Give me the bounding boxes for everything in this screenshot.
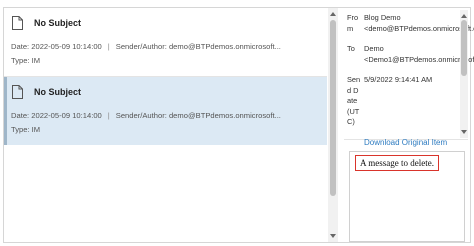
scroll-thumb[interactable] xyxy=(461,20,467,76)
meta-separator: | xyxy=(107,42,110,51)
item-type: Type: IM xyxy=(11,125,41,134)
item-date: Date: 2022-05-09 10:14:00 xyxy=(11,42,102,51)
item-meta: Date: 2022-05-09 10:14:00 | Sender/Author:… xyxy=(11,42,281,51)
item-subject: No Subject xyxy=(34,87,82,97)
sent-date-value: 5/9/2022 9:14:41 AM xyxy=(364,75,433,84)
item-sender: Sender/Author: demo@BTPdemos.onmicrosoft… xyxy=(115,111,281,120)
to-label: To xyxy=(347,44,355,53)
item-type: Type: IM xyxy=(11,56,41,65)
item-subject: No Subject xyxy=(34,18,82,28)
detail-scrollbar[interactable] xyxy=(460,10,468,138)
document-icon xyxy=(12,85,23,99)
scroll-down-icon[interactable] xyxy=(330,234,336,238)
from-label: From xyxy=(347,13,359,33)
item-date: Date: 2022-05-09 10:14:00 xyxy=(11,111,102,120)
list-item[interactable]: No Subject Date: 2022-05-09 10:14:00 | Sen… xyxy=(4,8,327,76)
scroll-down-icon[interactable] xyxy=(461,130,467,134)
sent-date-label: Send Date (UTC) xyxy=(347,75,361,126)
message-body: A message to delete. xyxy=(349,151,465,242)
download-original-link[interactable]: Download Original Item xyxy=(364,138,447,147)
conversation-viewer: No Subject Date: 2022-05-09 10:14:00 | Sen… xyxy=(3,7,474,243)
document-icon xyxy=(12,16,23,30)
item-meta: Date: 2022-05-09 10:14:00 | Sender/Author:… xyxy=(11,111,281,120)
from-value: Blog Demo <demo@BTPdemos.onmicrosoft.com… xyxy=(364,13,474,33)
list-item-selected[interactable]: No Subject Date: 2022-05-09 10:14:00 | Sen… xyxy=(4,77,327,145)
message-list: No Subject Date: 2022-05-09 10:14:00 | Sen… xyxy=(4,8,327,242)
scroll-up-icon[interactable] xyxy=(461,14,467,18)
message-text: A message to delete. xyxy=(355,155,439,171)
meta-separator: | xyxy=(107,111,110,120)
detail-pane: From Blog Demo <demo@BTPdemos.onmicrosof… xyxy=(344,8,474,242)
to-value: Demo <Demo1@BTPdemos.onmicrosoft.com> xyxy=(364,44,474,64)
item-sender: Sender/Author: demo@BTPdemos.onmicrosoft… xyxy=(115,42,281,51)
list-scrollbar[interactable] xyxy=(328,8,338,242)
scroll-up-icon[interactable] xyxy=(330,12,336,16)
scroll-thumb[interactable] xyxy=(330,20,336,196)
